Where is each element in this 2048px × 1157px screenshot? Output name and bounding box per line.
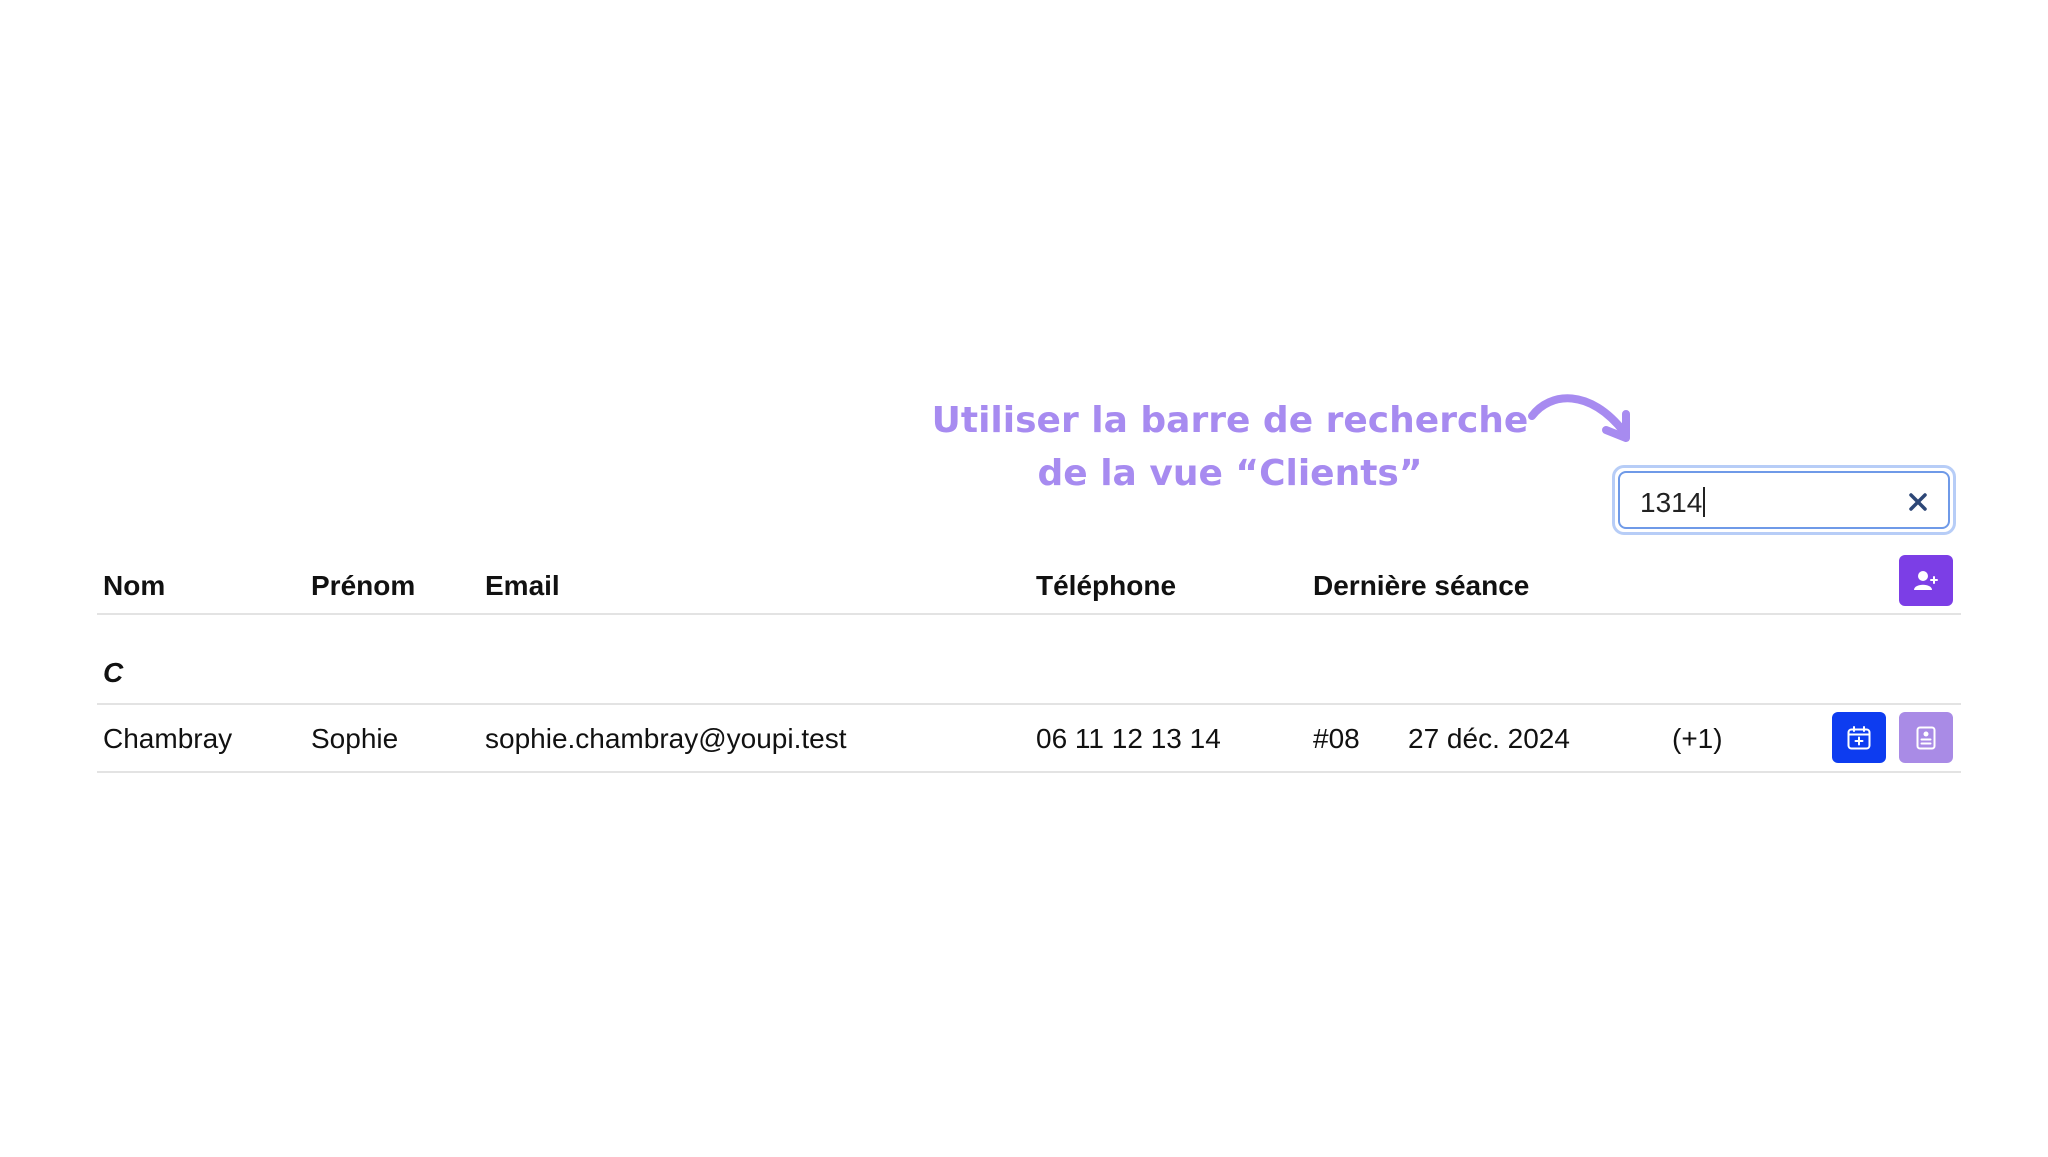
new-session-button[interactable]	[1832, 712, 1886, 763]
column-header-telephone[interactable]: Téléphone	[1036, 570, 1176, 602]
calendar-plus-icon	[1847, 725, 1871, 749]
group-header: C	[97, 615, 1961, 705]
search-input[interactable]: 1314	[1618, 471, 1950, 529]
annotation-text: Utiliser la barre de recherche de la vue…	[900, 394, 1560, 500]
user-plus-icon	[1914, 570, 1938, 590]
text-caret	[1703, 487, 1706, 517]
curved-arrow-icon	[1528, 394, 1630, 442]
search-box: 1314	[1612, 465, 1956, 535]
client-details-button[interactable]	[1899, 712, 1953, 763]
annotation-line-2: de la vue “Clients”	[1037, 453, 1423, 494]
column-header-nom[interactable]: Nom	[103, 570, 165, 602]
column-header-prenom[interactable]: Prénom	[311, 570, 415, 602]
search-value: 1314	[1640, 487, 1703, 518]
close-icon[interactable]	[1906, 490, 1930, 514]
column-header-email[interactable]: Email	[485, 570, 560, 602]
cell-seance-date: 27 déc. 2024	[1408, 723, 1570, 754]
cell-seance-number: #08	[1313, 723, 1360, 754]
cell-seance-extra: (+1)	[1672, 723, 1723, 754]
cell-prenom: Sophie	[311, 723, 399, 754]
add-client-button[interactable]	[1899, 555, 1953, 606]
cell-telephone: 06 11 12 13 14	[1036, 723, 1221, 754]
cell-nom: Chambray	[103, 723, 233, 754]
contact-card-icon	[1916, 726, 1936, 749]
table-header: Nom Prénom Email Téléphone Dernière séan…	[97, 555, 1961, 615]
group-letter: C	[103, 657, 124, 688]
cell-email: sophie.chambray@youpi.test	[485, 723, 847, 754]
column-header-derniere-seance[interactable]: Dernière séance	[1313, 570, 1529, 602]
table-row[interactable]: Chambray Sophie sophie.chambray@youpi.te…	[97, 705, 1961, 773]
clients-table: Nom Prénom Email Téléphone Dernière séan…	[97, 555, 1961, 773]
annotation-line-1: Utiliser la barre de recherche	[931, 400, 1529, 441]
